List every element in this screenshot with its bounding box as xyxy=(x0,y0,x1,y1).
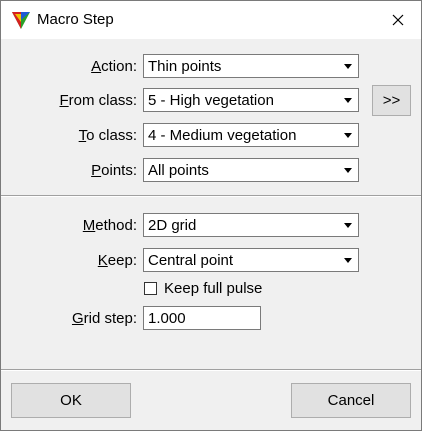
footer-divider xyxy=(1,369,421,371)
chevron-down-icon xyxy=(339,250,357,270)
keep-full-pulse-label: Keep full pulse xyxy=(164,280,263,297)
to-class-dropdown[interactable]: 4 - Medium vegetation xyxy=(143,123,359,147)
title-bar: Macro Step xyxy=(1,1,421,39)
window-title: Macro Step xyxy=(37,11,114,28)
ok-button[interactable]: OK xyxy=(11,383,131,418)
chevron-down-icon xyxy=(339,56,357,76)
macro-step-dialog: Macro Step Action: Thin points From clas… xyxy=(0,0,422,431)
ok-button-label: OK xyxy=(60,392,82,409)
method-label: Method: xyxy=(82,217,137,234)
keep-dropdown[interactable]: Central point xyxy=(143,248,359,272)
action-value: Thin points xyxy=(148,58,222,75)
from-class-value: 5 - High vegetation xyxy=(148,92,274,109)
method-value: 2D grid xyxy=(148,217,197,234)
close-icon xyxy=(392,14,404,26)
keep-label: Keep: xyxy=(97,252,137,269)
action-dropdown[interactable]: Thin points xyxy=(143,54,359,78)
more-button[interactable]: >> xyxy=(372,85,411,116)
more-button-label: >> xyxy=(382,92,401,109)
chevron-down-icon xyxy=(339,125,357,145)
to-class-label: To class: xyxy=(78,127,137,144)
points-dropdown[interactable]: All points xyxy=(143,158,359,182)
points-label: Points: xyxy=(91,162,137,179)
keep-value: Central point xyxy=(148,252,234,269)
keep-full-pulse-checkbox[interactable] xyxy=(144,282,157,295)
action-label: Action: xyxy=(91,58,137,75)
section-divider xyxy=(1,195,421,197)
grid-step-label: Grid step: xyxy=(71,310,137,327)
grid-step-input[interactable]: 1.000 xyxy=(143,306,261,330)
chevron-down-icon xyxy=(339,215,357,235)
from-class-label: From class: xyxy=(59,92,137,109)
chevron-down-icon xyxy=(339,160,357,180)
from-class-dropdown[interactable]: 5 - High vegetation xyxy=(143,88,359,112)
cancel-button[interactable]: Cancel xyxy=(291,383,411,418)
terrasolid-macro-icon xyxy=(12,12,30,29)
to-class-value: 4 - Medium vegetation xyxy=(148,127,297,144)
close-button[interactable] xyxy=(375,1,421,39)
cancel-button-label: Cancel xyxy=(327,392,375,409)
method-dropdown[interactable]: 2D grid xyxy=(143,213,359,237)
grid-step-value: 1.000 xyxy=(148,310,186,327)
points-value: All points xyxy=(148,162,209,179)
chevron-down-icon xyxy=(339,90,357,110)
